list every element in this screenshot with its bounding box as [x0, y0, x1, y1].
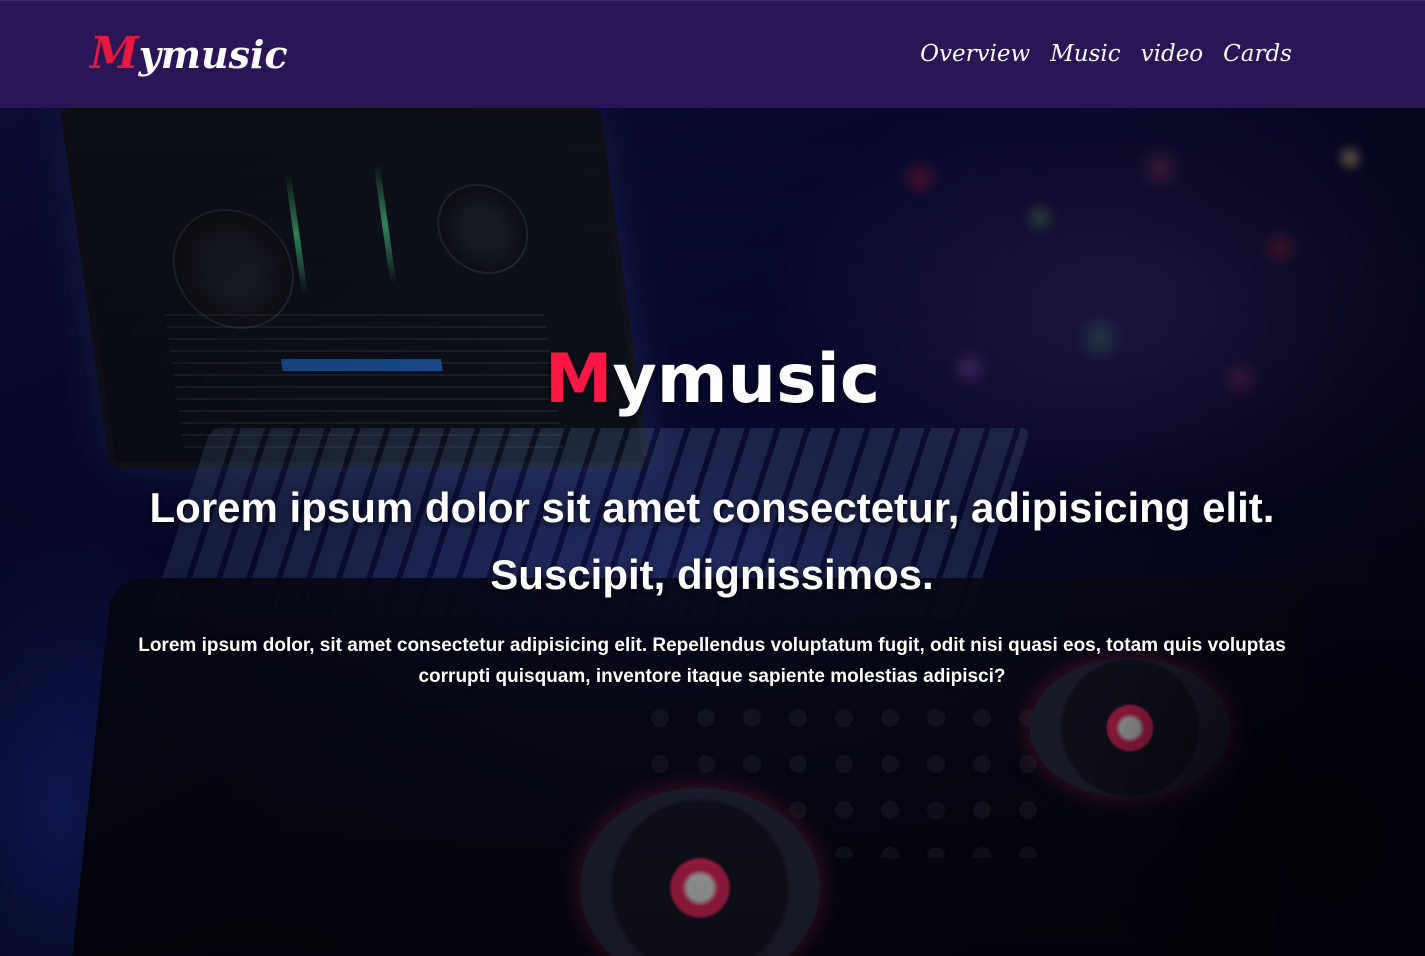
nav-link-video[interactable]: video	[1141, 37, 1204, 71]
hero-paragraph: Lorem ipsum dolor, sit amet consectetur …	[138, 635, 1286, 687]
hero-title-initial: M	[544, 340, 613, 419]
brand-logo-initial: M	[90, 28, 139, 79]
brand-logo-text: ymusic	[138, 32, 288, 77]
hero-title-text: ymusic	[612, 340, 881, 419]
hero-heading: Lorem ipsum dolor sit amet consectetur, …	[149, 484, 1275, 598]
nav-link-cards[interactable]: Cards	[1223, 37, 1292, 71]
hero-section: Mymusic Lorem ipsum dolor sit amet conse…	[0, 108, 1425, 956]
navbar: Mymusic Overview Music video Cards	[0, 0, 1425, 108]
nav-link-music[interactable]: Music	[1050, 37, 1120, 71]
nav-link-overview[interactable]: Overview	[920, 37, 1030, 71]
brand-logo[interactable]: Mymusic	[90, 29, 288, 80]
nav-links: Overview Music video Cards	[920, 37, 1292, 71]
hero-title: Mymusic	[0, 340, 1425, 420]
